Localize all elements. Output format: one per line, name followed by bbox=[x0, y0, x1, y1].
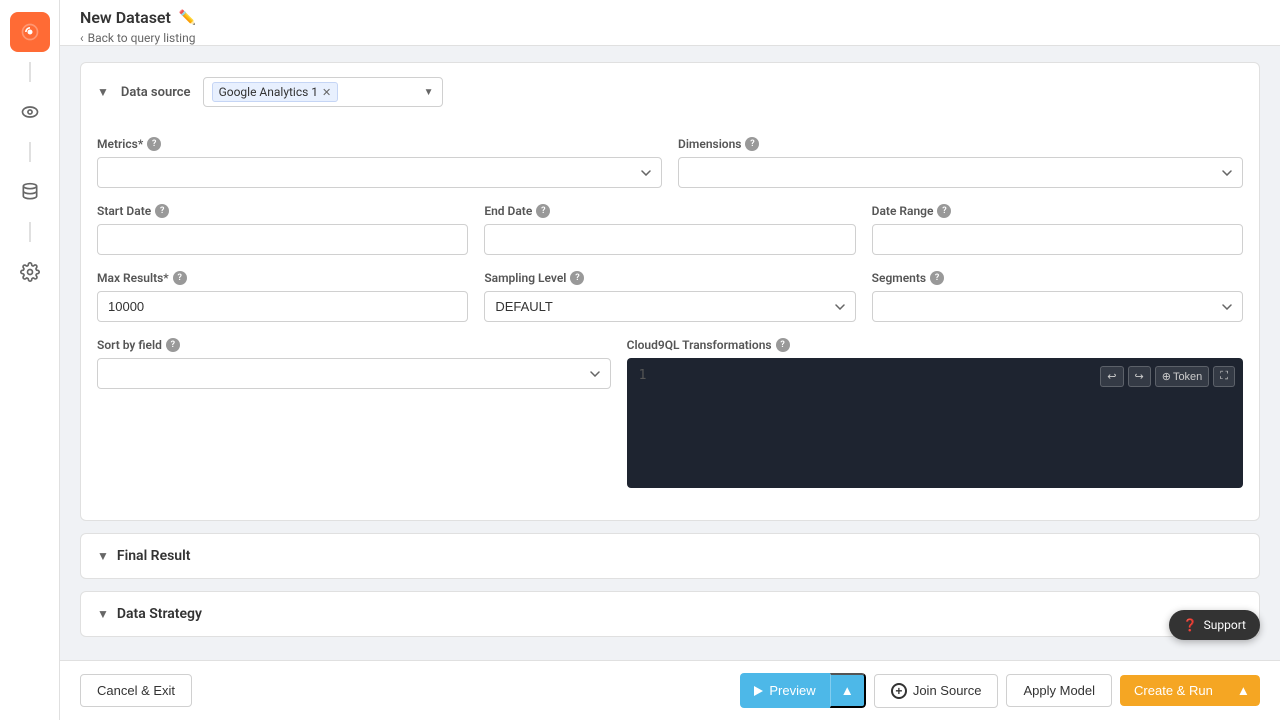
cloud9ql-group: Cloud9QL Transformations ? ↩ ↪ ⊕ Token bbox=[627, 338, 1243, 488]
sidebar-connector-3 bbox=[29, 222, 31, 242]
sort-by-field-select[interactable] bbox=[97, 358, 611, 389]
sampling-level-select[interactable]: DEFAULT FASTER HIGHER_PRECISION bbox=[484, 291, 855, 322]
create-run-expand-button[interactable]: ▲ bbox=[1227, 675, 1260, 706]
sidebar-icon-settings[interactable] bbox=[10, 252, 50, 292]
preview-button-group: Preview ▲ bbox=[740, 673, 865, 708]
collapse-icon: ▼ bbox=[97, 85, 109, 99]
sidebar-icon-eye[interactable] bbox=[10, 92, 50, 132]
main-content: New Dataset ✏️ ‹ Back to query listing ▼… bbox=[60, 0, 1280, 720]
line-number: 1 bbox=[639, 368, 647, 383]
datasource-selector[interactable]: Google Analytics 1 ✕ ▼ bbox=[203, 77, 443, 107]
preview-play-icon bbox=[754, 686, 763, 696]
datasource-body: Metrics* ? Dimensions ? bbox=[81, 121, 1259, 520]
dimensions-group: Dimensions ? bbox=[678, 137, 1243, 188]
chip-text: Google Analytics 1 bbox=[219, 85, 318, 99]
segments-select[interactable] bbox=[872, 291, 1243, 322]
content-area: ▼ Data source Google Analytics 1 ✕ ▼ bbox=[60, 46, 1280, 660]
preview-button[interactable]: Preview bbox=[740, 673, 829, 708]
dimensions-help-icon[interactable]: ? bbox=[745, 137, 759, 151]
create-run-button[interactable]: Create & Run bbox=[1120, 675, 1227, 706]
bottom-toolbar: Cancel & Exit Preview ▲ + Join Source Ap… bbox=[60, 660, 1280, 720]
chip-close-icon[interactable]: ✕ bbox=[322, 86, 331, 99]
dates-row: Start Date ? End Date ? bbox=[97, 204, 1243, 255]
final-result-toggle-icon: ▼ bbox=[97, 549, 109, 563]
data-strategy-title: Data Strategy bbox=[117, 606, 202, 622]
expand-btn[interactable]: ⛶ bbox=[1213, 366, 1235, 387]
apply-model-button[interactable]: Apply Model bbox=[1006, 674, 1112, 707]
metrics-label: Metrics* ? bbox=[97, 137, 662, 151]
data-strategy-section: ▼ Data Strategy bbox=[80, 591, 1260, 637]
date-range-help-icon[interactable]: ? bbox=[937, 204, 951, 218]
dropdown-arrow-icon: ▼ bbox=[424, 87, 434, 98]
editor-toolbar: ↩ ↪ ⊕ Token ⛶ bbox=[1100, 366, 1235, 387]
datasource-label: Data source bbox=[121, 85, 191, 100]
sampling-level-label: Sampling Level ? bbox=[484, 271, 855, 285]
support-fab[interactable]: ❓ Support bbox=[1169, 610, 1260, 640]
page-title: New Dataset bbox=[80, 8, 171, 27]
max-results-group: Max Results* ? bbox=[97, 271, 468, 322]
max-results-input[interactable] bbox=[97, 291, 468, 322]
join-source-button[interactable]: + Join Source bbox=[874, 674, 999, 708]
edit-icon[interactable]: ✏️ bbox=[179, 10, 196, 26]
date-range-label: Date Range ? bbox=[872, 204, 1243, 218]
dimensions-label: Dimensions ? bbox=[678, 137, 1243, 151]
results-sampling-row: Max Results* ? Sampling Level ? DEF bbox=[97, 271, 1243, 322]
token-icon: ⊕ bbox=[1162, 370, 1171, 383]
sidebar-icon-chart[interactable] bbox=[10, 12, 50, 52]
start-date-group: Start Date ? bbox=[97, 204, 468, 255]
end-date-help-icon[interactable]: ? bbox=[536, 204, 550, 218]
preview-expand-button[interactable]: ▲ bbox=[830, 673, 866, 708]
metrics-select[interactable] bbox=[97, 157, 662, 188]
dimensions-select[interactable] bbox=[678, 157, 1243, 188]
sort-by-field-help-icon[interactable]: ? bbox=[166, 338, 180, 352]
header: New Dataset ✏️ ‹ Back to query listing bbox=[60, 0, 1280, 46]
sidebar-icon-data[interactable] bbox=[10, 172, 50, 212]
redo-btn[interactable]: ↪ bbox=[1128, 366, 1151, 387]
cloud9ql-label: Cloud9QL Transformations ? bbox=[627, 338, 1243, 352]
metrics-group: Metrics* ? bbox=[97, 137, 662, 188]
end-date-label: End Date ? bbox=[484, 204, 855, 218]
segments-group: Segments ? bbox=[872, 271, 1243, 322]
max-results-label: Max Results* ? bbox=[97, 271, 468, 285]
token-btn[interactable]: ⊕ Token bbox=[1155, 366, 1210, 387]
data-source-section: ▼ Data source Google Analytics 1 ✕ ▼ bbox=[80, 62, 1260, 521]
start-date-input[interactable] bbox=[97, 224, 468, 255]
date-range-input[interactable] bbox=[872, 224, 1243, 255]
sort-by-field-label: Sort by field ? bbox=[97, 338, 611, 352]
sampling-level-group: Sampling Level ? DEFAULT FASTER HIGHER_P… bbox=[484, 271, 855, 322]
final-result-section: ▼ Final Result bbox=[80, 533, 1260, 579]
sidebar-connector-1 bbox=[29, 62, 31, 82]
support-icon: ❓ bbox=[1183, 618, 1198, 632]
datasource-row: ▼ Data source Google Analytics 1 ✕ ▼ bbox=[81, 63, 1259, 121]
data-strategy-toggle-icon: ▼ bbox=[97, 607, 109, 621]
sort-by-field-group: Sort by field ? bbox=[97, 338, 611, 488]
metrics-dimensions-row: Metrics* ? Dimensions ? bbox=[97, 137, 1243, 188]
back-link[interactable]: ‹ Back to query listing bbox=[80, 31, 1260, 45]
data-strategy-header[interactable]: ▼ Data Strategy bbox=[81, 592, 1259, 636]
datasource-chip: Google Analytics 1 ✕ bbox=[212, 82, 339, 102]
cloud9ql-help-icon[interactable]: ? bbox=[776, 338, 790, 352]
segments-help-icon[interactable]: ? bbox=[930, 271, 944, 285]
end-date-input[interactable] bbox=[484, 224, 855, 255]
metrics-help-icon[interactable]: ? bbox=[147, 137, 161, 151]
max-results-help-icon[interactable]: ? bbox=[173, 271, 187, 285]
sampling-level-help-icon[interactable]: ? bbox=[570, 271, 584, 285]
join-source-plus-icon: + bbox=[891, 683, 907, 699]
data-source-toggle[interactable]: ▼ bbox=[97, 85, 109, 99]
end-date-group: End Date ? bbox=[484, 204, 855, 255]
start-date-help-icon[interactable]: ? bbox=[155, 204, 169, 218]
segments-label: Segments ? bbox=[872, 271, 1243, 285]
sidebar bbox=[0, 0, 60, 720]
final-result-header[interactable]: ▼ Final Result bbox=[81, 534, 1259, 578]
cloud9ql-editor[interactable]: ↩ ↪ ⊕ Token ⛶ 1 bbox=[627, 358, 1243, 488]
back-arrow-icon: ‹ bbox=[80, 31, 84, 45]
final-result-title: Final Result bbox=[117, 548, 191, 564]
date-range-group: Date Range ? bbox=[872, 204, 1243, 255]
cancel-exit-button[interactable]: Cancel & Exit bbox=[80, 674, 192, 707]
start-date-label: Start Date ? bbox=[97, 204, 468, 218]
sort-cloud9-row: Sort by field ? Cloud9QL Transformations… bbox=[97, 338, 1243, 488]
undo-btn[interactable]: ↩ bbox=[1100, 366, 1123, 387]
sidebar-connector-2 bbox=[29, 142, 31, 162]
create-run-button-group: Create & Run ▲ bbox=[1120, 675, 1260, 706]
